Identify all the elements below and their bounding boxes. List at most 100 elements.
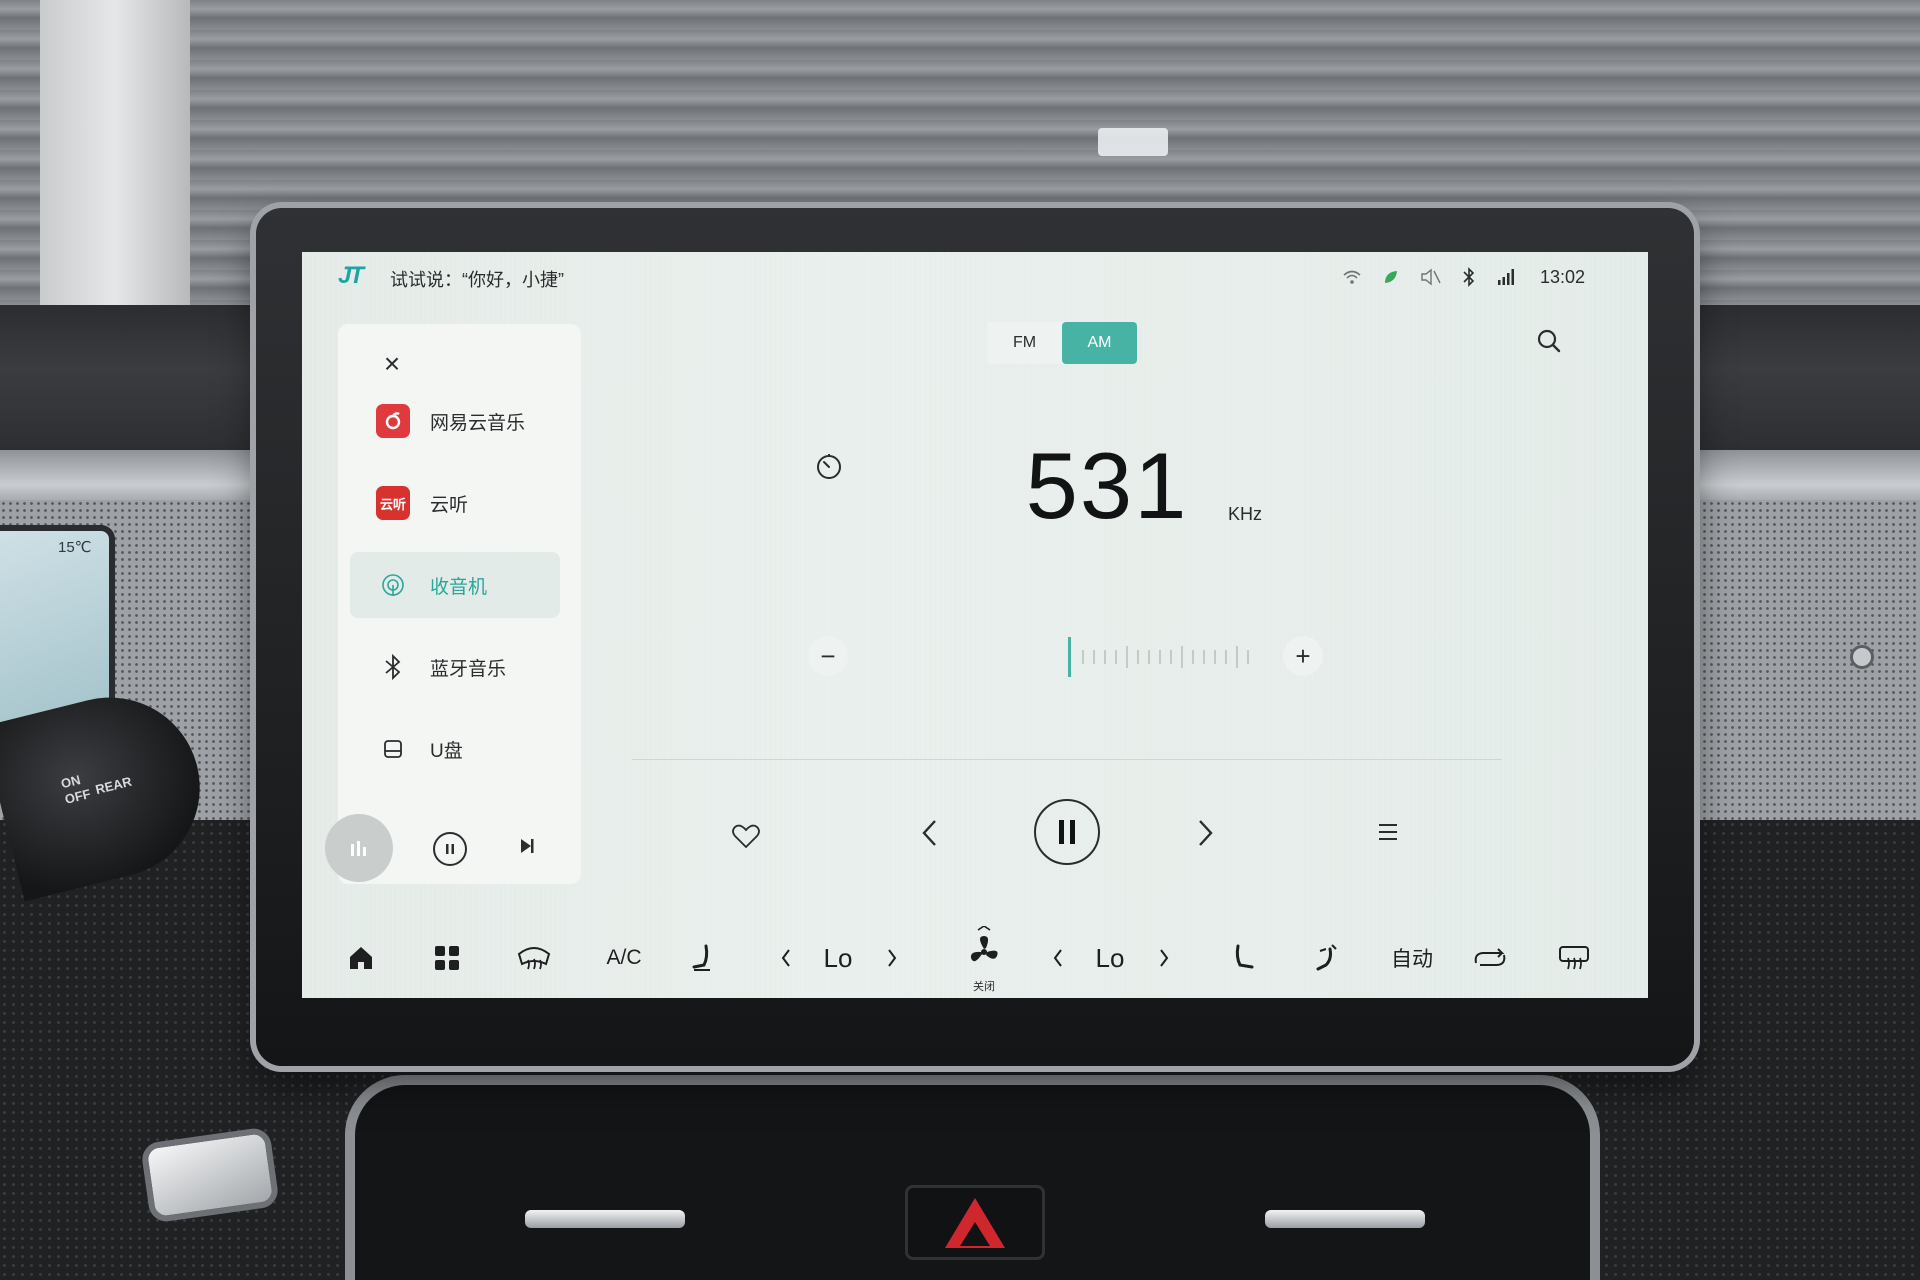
ac-button[interactable]: A/C bbox=[602, 936, 646, 980]
next-station-button[interactable] bbox=[1190, 818, 1220, 854]
station-list-button[interactable] bbox=[1373, 820, 1403, 848]
mini-next-button[interactable] bbox=[518, 837, 536, 860]
band-fm-button[interactable]: FM bbox=[987, 322, 1062, 364]
close-icon[interactable]: × bbox=[378, 350, 406, 378]
home-icon bbox=[350, 947, 372, 969]
chevron-left-icon bbox=[1053, 949, 1062, 967]
right-temp-value: Lo bbox=[1095, 942, 1125, 973]
fan-button[interactable] bbox=[962, 926, 1006, 972]
home-button[interactable] bbox=[344, 936, 378, 980]
right-vent-dial bbox=[1850, 645, 1874, 669]
source-label: 云听 bbox=[430, 494, 469, 516]
fan-icon bbox=[970, 926, 998, 962]
source-radio[interactable]: 收音机 bbox=[350, 552, 560, 618]
seat-icon bbox=[1235, 944, 1254, 969]
netease-cloud-music-icon bbox=[376, 404, 410, 438]
source-label: U盘 bbox=[430, 740, 463, 762]
hazard-triangle-inner bbox=[960, 1222, 990, 1246]
mute-icon bbox=[1421, 268, 1441, 286]
source-usb-drive[interactable]: U盘 bbox=[350, 716, 560, 782]
apps-grid-icon bbox=[435, 946, 459, 970]
airflow-direction-icon bbox=[1316, 944, 1337, 971]
band-am-button[interactable]: AM bbox=[1062, 322, 1137, 364]
tune-down-button[interactable]: − bbox=[808, 636, 848, 676]
climate-dock: A/C Lo 关闭 Lo 自动 bbox=[302, 922, 1648, 998]
right-temp-up-button[interactable] bbox=[1154, 936, 1174, 980]
pause-icon bbox=[1059, 820, 1075, 844]
left-temp-value: Lo bbox=[823, 942, 853, 973]
tuning-scale[interactable] bbox=[1067, 634, 1267, 680]
front-defrost-button[interactable] bbox=[514, 936, 554, 980]
tuning-ticks bbox=[1082, 646, 1249, 668]
cluster-temperature: 15℃ bbox=[58, 539, 92, 556]
front-defrost-icon bbox=[517, 947, 551, 970]
fan-status-label: 关闭 bbox=[973, 981, 995, 993]
chevron-left-icon bbox=[781, 949, 790, 967]
minus-icon: − bbox=[820, 640, 836, 671]
air-recirculation-button[interactable] bbox=[1470, 936, 1510, 980]
seat-icon bbox=[692, 944, 710, 971]
airflow-mode-button[interactable] bbox=[1310, 936, 1344, 980]
yunting-icon: 云听 bbox=[376, 486, 410, 520]
tuning-indicator[interactable] bbox=[1068, 637, 1071, 677]
equalizer-icon bbox=[351, 841, 366, 856]
right-temperature: Lo bbox=[1090, 936, 1130, 980]
apps-button[interactable] bbox=[430, 936, 464, 980]
right-temp-down-button[interactable] bbox=[1048, 936, 1068, 980]
window-pillar bbox=[40, 0, 190, 310]
driver-seat-heat-button[interactable] bbox=[686, 936, 720, 980]
wifi-icon bbox=[1343, 270, 1361, 284]
ceiling-lamp bbox=[1098, 128, 1168, 156]
status-bar: JT 试试说：“你好，小捷” 13:02 bbox=[302, 252, 1648, 302]
sleep-timer-icon[interactable] bbox=[814, 452, 844, 482]
auto-climate-button[interactable]: 自动 bbox=[1390, 936, 1434, 980]
divider bbox=[632, 759, 1502, 760]
bluetooth-icon bbox=[376, 650, 410, 684]
source-yunting[interactable]: 云听 云听 bbox=[350, 470, 560, 536]
search-icon[interactable] bbox=[1534, 326, 1564, 356]
left-vent-slat bbox=[525, 1210, 685, 1228]
clock: 13:02 bbox=[1540, 266, 1586, 287]
right-vent-slat bbox=[1265, 1210, 1425, 1228]
radio-icon bbox=[376, 568, 410, 602]
source-label: 网易云音乐 bbox=[430, 412, 526, 434]
mini-player bbox=[325, 810, 581, 884]
signal-icon bbox=[1498, 269, 1514, 285]
source-label: 蓝牙音乐 bbox=[430, 658, 507, 680]
rear-defrost-button[interactable] bbox=[1554, 936, 1594, 980]
frequency-display: 531 bbox=[1025, 433, 1189, 538]
usb-drive-icon bbox=[376, 732, 410, 766]
bluetooth-status-icon bbox=[1463, 267, 1475, 287]
auto-label: 自动 bbox=[1391, 948, 1433, 971]
chevron-left-icon bbox=[922, 820, 936, 846]
voice-assistant-hint[interactable]: 试试说：“你好，小捷” bbox=[390, 266, 564, 292]
left-temp-down-button[interactable] bbox=[776, 936, 796, 980]
band-switch: FM AM bbox=[987, 322, 1137, 364]
passenger-seat-heat-button[interactable] bbox=[1226, 936, 1260, 980]
chevron-right-icon bbox=[1160, 949, 1169, 967]
source-label: 收音机 bbox=[430, 576, 488, 598]
now-playing-art[interactable] bbox=[325, 814, 393, 882]
tune-up-button[interactable]: + bbox=[1283, 636, 1323, 676]
leaf-icon bbox=[1385, 271, 1397, 283]
frequency-unit: KHz bbox=[1228, 504, 1263, 524]
previous-station-button[interactable] bbox=[915, 818, 945, 854]
skip-next-icon bbox=[521, 839, 534, 853]
source-netease-cloud-music[interactable]: 网易云音乐 bbox=[350, 388, 560, 454]
left-temp-up-button[interactable] bbox=[882, 936, 902, 980]
chevron-right-icon bbox=[888, 949, 897, 967]
status-icons: 13:02 bbox=[1342, 264, 1585, 290]
rear-defrost-icon bbox=[1559, 946, 1589, 970]
mini-pause-button[interactable] bbox=[433, 832, 467, 866]
play-pause-button[interactable] bbox=[1034, 799, 1100, 865]
plus-icon: + bbox=[1295, 640, 1311, 671]
favorite-heart-icon[interactable] bbox=[730, 820, 762, 852]
ac-label: A/C bbox=[606, 946, 642, 969]
menu-list-icon bbox=[1379, 824, 1397, 840]
infotainment-screen: JT 试试说：“你好，小捷” 13:02 × 网易云音乐 云听 云听 收音机 蓝… bbox=[302, 252, 1648, 998]
chevron-right-icon bbox=[1199, 820, 1213, 846]
source-bluetooth-music[interactable]: 蓝牙音乐 bbox=[350, 634, 560, 700]
brand-logo: JT bbox=[338, 262, 364, 289]
recirculation-icon bbox=[1474, 948, 1506, 966]
left-temperature: Lo bbox=[818, 936, 858, 980]
